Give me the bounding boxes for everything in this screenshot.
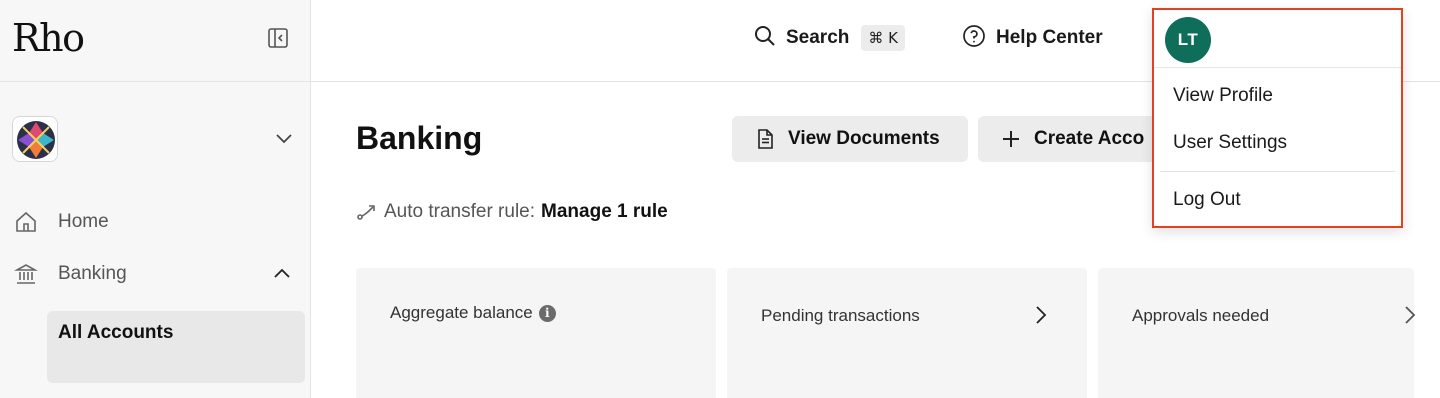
sidebar-item-label: Home [58, 211, 109, 232]
user-avatar[interactable]: LT [1165, 17, 1211, 63]
sidebar: Rho Home Banking All Accounts [0, 0, 311, 398]
sidebar-item-home[interactable]: Home [14, 202, 296, 242]
home-icon [14, 210, 38, 234]
card-title: Pending transactions [761, 306, 920, 325]
chevron-right-icon[interactable] [1031, 304, 1049, 326]
page-title: Banking [356, 120, 483, 156]
help-center-button[interactable]: Help Center [962, 24, 1103, 52]
pending-transactions-card[interactable]: Pending transactions [727, 268, 1087, 398]
create-account-label: Create Acco [1034, 128, 1145, 149]
user-menu-header: LT [1154, 10, 1401, 68]
rho-logo[interactable]: Rho [12, 16, 85, 60]
menu-divider [1160, 171, 1395, 172]
card-title: Approvals needed [1132, 306, 1270, 325]
sidebar-subitem-all-accounts[interactable]: All Accounts [47, 311, 305, 383]
plus-icon [1000, 128, 1022, 150]
menu-item-user-settings[interactable]: User Settings [1173, 132, 1287, 154]
card-title: Aggregate balance i [390, 303, 556, 323]
help-center-label: Help Center [996, 27, 1103, 48]
approvals-needed-card[interactable]: Approvals needed [1098, 268, 1416, 398]
chevron-down-icon[interactable] [274, 128, 294, 148]
aggregate-balance-card: Aggregate balance i [356, 268, 716, 398]
transfer-route-icon [356, 201, 378, 223]
sidebar-item-label: Banking [58, 263, 127, 284]
create-account-button[interactable]: Create Acco [978, 116, 1178, 162]
help-circle-icon [962, 24, 986, 53]
organization-switcher[interactable] [12, 116, 296, 162]
sidebar-header: Rho [0, 0, 310, 82]
card-title-text: Aggregate balance [390, 303, 533, 322]
info-icon[interactable]: i [538, 305, 556, 322]
user-menu-dropdown: LT View Profile User Settings Log Out [1152, 8, 1403, 228]
view-documents-label: View Documents [788, 128, 940, 149]
chevron-up-icon[interactable] [272, 264, 292, 284]
menu-item-log-out[interactable]: Log Out [1173, 189, 1241, 211]
auto-transfer-rule: Auto transfer rule: Manage 1 rule [356, 200, 668, 224]
sidebar-subitem-label: All Accounts [58, 322, 174, 343]
view-documents-button[interactable]: View Documents [732, 116, 968, 162]
sidebar-item-banking[interactable]: Banking [14, 254, 296, 294]
search-icon [754, 25, 776, 52]
collapse-sidebar-icon[interactable] [267, 27, 289, 49]
document-icon [754, 128, 776, 150]
organization-avatar [12, 116, 58, 162]
manage-rule-link[interactable]: Manage 1 rule [541, 201, 668, 223]
chevron-right-icon[interactable] [1400, 304, 1418, 326]
auto-transfer-label: Auto transfer rule: [384, 201, 536, 222]
bank-icon [14, 262, 38, 286]
search-shortcut-badge: ⌘ K [861, 25, 905, 51]
menu-item-view-profile[interactable]: View Profile [1173, 85, 1273, 107]
search-label: Search [786, 27, 850, 48]
search-button[interactable]: Search ⌘ K [754, 24, 905, 52]
